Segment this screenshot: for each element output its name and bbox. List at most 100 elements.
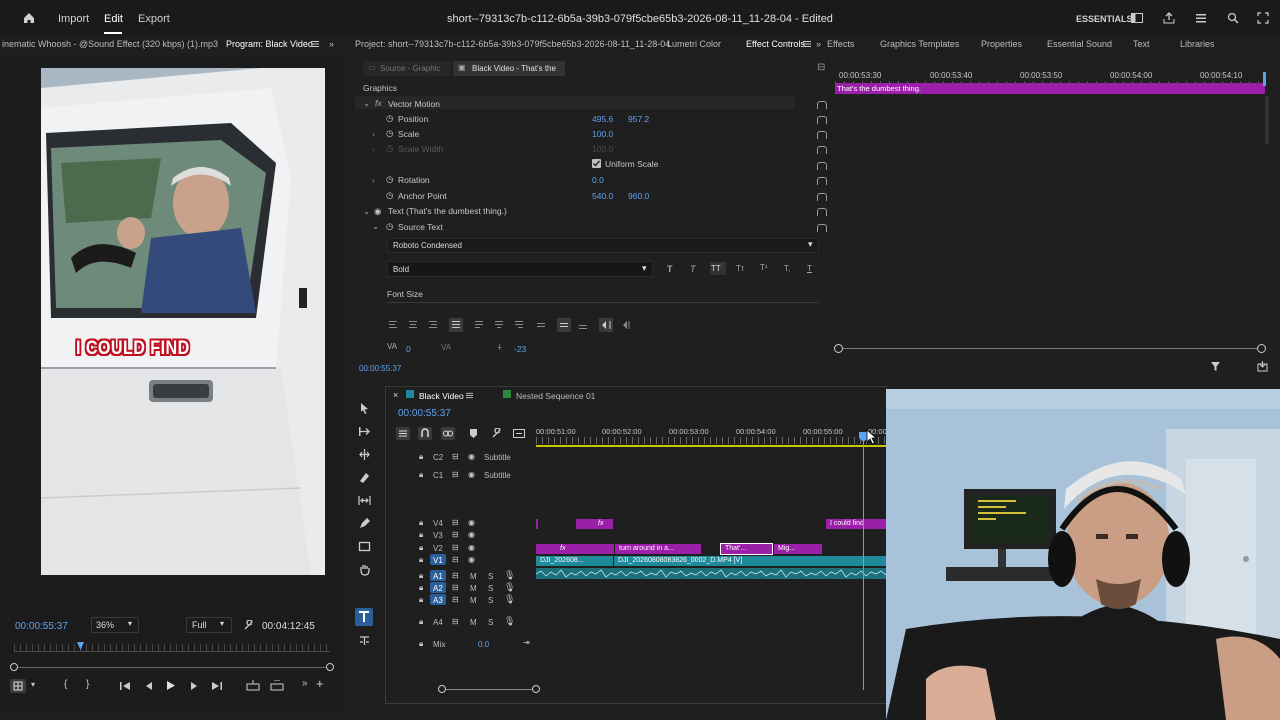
- sync-lock-icon[interactable]: ⊟: [452, 617, 459, 626]
- menu-edit[interactable]: Edit: [104, 13, 123, 25]
- captions-tool-icon[interactable]: [358, 634, 371, 647]
- ec-zoom-handle-left[interactable]: [834, 344, 843, 353]
- sync-lock-icon[interactable]: ⊟: [452, 571, 459, 580]
- reset-icon[interactable]: [817, 193, 827, 201]
- tracking-value[interactable]: -23: [514, 344, 526, 354]
- selection-tool-icon[interactable]: [358, 402, 371, 415]
- timeline-settings-icon[interactable]: [491, 428, 502, 439]
- fullscreen-icon[interactable]: [1256, 11, 1270, 25]
- panel-overflow-icon[interactable]: »: [816, 39, 821, 49]
- panel-menu-icon[interactable]: [311, 40, 319, 48]
- microphone-icon[interactable]: 🎙︎: [504, 616, 515, 627]
- panel-overflow-icon[interactable]: »: [329, 39, 334, 49]
- sync-lock-icon[interactable]: ⊟: [452, 555, 459, 564]
- add-button-icon[interactable]: +: [316, 676, 324, 691]
- tab-project[interactable]: Project: short--79313c7b-c112-6b5a-39b3-…: [355, 39, 670, 49]
- ec-scrollbar[interactable]: [1265, 96, 1269, 144]
- more-controls-icon[interactable]: »: [302, 678, 308, 689]
- sync-lock-icon[interactable]: ⊟: [452, 530, 459, 539]
- linked-selection-icon[interactable]: [441, 427, 455, 440]
- subscript-icon[interactable]: T,: [784, 264, 790, 273]
- zoom-bar-handle-right[interactable]: [326, 663, 334, 671]
- extract-icon[interactable]: [270, 680, 284, 691]
- tab-graphics-templates[interactable]: Graphics Templates: [880, 39, 959, 49]
- font-size-slider[interactable]: [387, 302, 819, 303]
- microphone-icon[interactable]: 🎙︎: [504, 582, 515, 593]
- lock-icon[interactable]: 🔒︎: [419, 583, 423, 593]
- mute-button[interactable]: M: [470, 584, 477, 593]
- resolution-dropdown[interactable]: Full ▾: [186, 617, 232, 633]
- position-y-value[interactable]: 957.2: [628, 114, 649, 124]
- collapse-chevron-icon[interactable]: ⌄: [363, 98, 370, 113]
- type-tool-icon[interactable]: [355, 608, 373, 626]
- sync-lock-icon[interactable]: ⊟: [452, 595, 459, 604]
- collapse-chevron-icon[interactable]: ⌄: [372, 221, 379, 236]
- sync-lock-icon[interactable]: ⊟: [452, 583, 459, 592]
- program-timecode[interactable]: 00:00:55:37: [15, 621, 68, 632]
- go-to-end-icon[interactable]: ⇥: [523, 638, 530, 647]
- wrench-icon[interactable]: [243, 620, 254, 631]
- uniform-scale-checkbox[interactable]: [592, 159, 601, 168]
- filter-icon[interactable]: [1210, 361, 1221, 372]
- lift-icon[interactable]: [246, 680, 260, 691]
- toggle-timeline-icon[interactable]: ⊟: [817, 62, 825, 73]
- tab-properties[interactable]: Properties: [981, 39, 1022, 49]
- reset-icon[interactable]: [817, 224, 827, 232]
- reset-icon[interactable]: [817, 116, 827, 124]
- lock-icon[interactable]: 🔒︎: [419, 639, 423, 649]
- lock-icon[interactable]: 🔒︎: [419, 571, 423, 581]
- captions-icon[interactable]: ⊟: [452, 470, 459, 479]
- reset-icon[interactable]: [817, 146, 827, 154]
- menu-import[interactable]: Import: [58, 13, 89, 25]
- menu-export[interactable]: Export: [138, 13, 170, 25]
- graphic-clip[interactable]: fx: [536, 544, 614, 554]
- lock-icon[interactable]: 🔒︎: [419, 617, 423, 627]
- solo-button[interactable]: S: [488, 572, 493, 581]
- export-frame-icon[interactable]: [1257, 361, 1268, 372]
- rectangle-tool-icon[interactable]: [358, 540, 371, 553]
- stopwatch-icon[interactable]: ◷: [386, 174, 393, 189]
- pen-tool-icon[interactable]: [358, 517, 371, 530]
- mix-value[interactable]: 0.0: [478, 640, 489, 649]
- zoom-dropdown[interactable]: 36% ▾: [91, 617, 139, 633]
- eye-icon[interactable]: ◉: [468, 518, 475, 527]
- reset-icon[interactable]: [817, 101, 827, 109]
- graphic-clip-mig[interactable]: Mig...: [774, 544, 822, 554]
- step-back-icon[interactable]: [144, 681, 154, 691]
- program-zoom-bar[interactable]: [14, 667, 330, 668]
- play-icon[interactable]: [166, 680, 176, 691]
- chevron-down-icon[interactable]: ▾: [31, 680, 35, 689]
- solo-button[interactable]: S: [488, 596, 493, 605]
- stopwatch-icon[interactable]: ◷: [386, 221, 393, 236]
- ec-zoom-bar[interactable]: [840, 348, 1262, 349]
- reset-icon[interactable]: [817, 177, 827, 185]
- settings-icon[interactable]: [10, 679, 26, 693]
- go-to-in-icon[interactable]: [120, 681, 131, 691]
- timeline-playhead-line[interactable]: [863, 432, 864, 690]
- stopwatch-icon[interactable]: ◷: [386, 113, 393, 128]
- lock-icon[interactable]: 🔒︎: [419, 595, 423, 605]
- effect-controls-timecode[interactable]: 00:00:55:37: [359, 364, 401, 373]
- lock-icon[interactable]: 🔒︎: [419, 518, 423, 528]
- home-icon[interactable]: [22, 11, 36, 25]
- kerning-value[interactable]: 0: [406, 344, 411, 354]
- tab-audio-clip-mixer[interactable]: inematic Whoosh - @Sound Effect (320 kbp…: [2, 39, 218, 49]
- tab-text[interactable]: Text: [1133, 39, 1150, 49]
- lock-icon[interactable]: 🔒︎: [419, 555, 423, 565]
- lock-icon[interactable]: 🔒︎: [419, 530, 423, 540]
- ec-graphic-clip[interactable]: That's the dumbest thing.: [835, 83, 1265, 94]
- workspace-label[interactable]: ESSENTIALS: [1076, 14, 1133, 24]
- slip-tool-icon[interactable]: [358, 494, 371, 507]
- scale-value[interactable]: 100.0: [592, 129, 613, 139]
- tab-clip[interactable]: ▣ Black Video - That's the: [453, 61, 565, 76]
- rotation-value[interactable]: 0.0: [592, 175, 604, 185]
- timeline-ruler[interactable]: [536, 437, 886, 444]
- panel-menu-icon[interactable]: [803, 40, 811, 48]
- mute-button[interactable]: M: [470, 596, 477, 605]
- ec-playhead[interactable]: [1263, 72, 1266, 86]
- stopwatch-icon[interactable]: ◷: [386, 190, 393, 205]
- mark-out-icon[interactable]: }: [86, 679, 89, 690]
- program-video-frame[interactable]: I COULD FIND: [41, 68, 325, 575]
- timeline-zoom-handle-right[interactable]: [532, 685, 540, 693]
- search-icon[interactable]: [1226, 11, 1240, 25]
